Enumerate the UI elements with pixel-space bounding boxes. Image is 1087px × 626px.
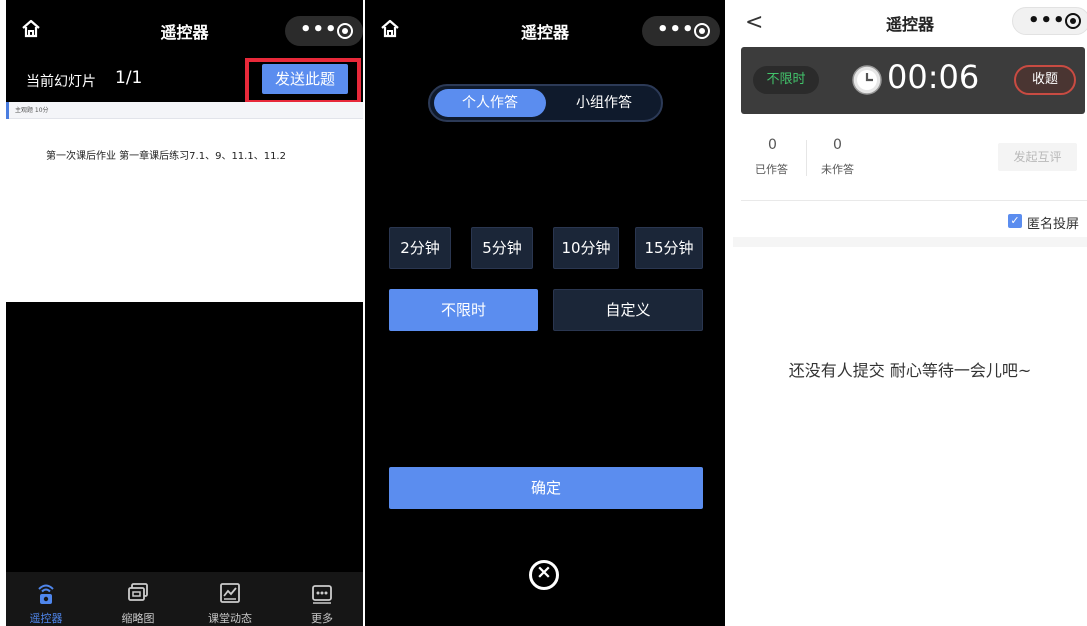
duration-2min-button[interactable]: 2分钟 [389, 227, 451, 269]
answered-count: 0 [768, 137, 777, 153]
answer-settings-panel: 遥控器 ••• 个人作答 小组作答 2分钟 5分钟 10分钟 15分钟 不限时 … [365, 0, 725, 626]
mini-program-capsule: ••• [1012, 7, 1087, 35]
slide-count: 1/1 [115, 68, 143, 88]
tab-class-activity[interactable]: 课堂动态 [190, 572, 270, 626]
tab-individual-answer[interactable]: 个人作答 [434, 89, 546, 117]
more-dots-icon[interactable]: ••• [1028, 10, 1066, 31]
bottom-tab-bar: 遥控器 缩略图 课堂动态 更多 [6, 572, 363, 626]
class-activity-icon [220, 583, 240, 603]
answer-progress-panel: < 遥控器 ••• 不限时 00:06 收题 0 已作答 0 未作答 发起互评 … [733, 0, 1087, 626]
slide-content-text: 第一次课后作业 第一章课后练习7.1、9、11.1、11.2 [46, 151, 286, 162]
answered-label: 已作答 [755, 163, 788, 176]
slide-header-bar: 主观题 10分 [6, 102, 363, 119]
anonymous-checkbox[interactable]: ✓ [1008, 214, 1022, 228]
confirm-button[interactable]: 确定 [389, 467, 703, 509]
close-target-icon[interactable] [694, 23, 710, 39]
clock-icon [852, 65, 882, 95]
close-target-icon[interactable] [1065, 13, 1081, 29]
duration-10min-button[interactable]: 10分钟 [553, 227, 619, 269]
duration-5min-button[interactable]: 5分钟 [471, 227, 533, 269]
elapsed-timer: 00:06 [887, 58, 980, 96]
section-separator [733, 237, 1087, 247]
unanswered-label: 未作答 [821, 163, 854, 176]
custom-time-button[interactable]: 自定义 [553, 289, 703, 331]
tab-label: 课堂动态 [208, 612, 252, 625]
duration-15min-button[interactable]: 15分钟 [635, 227, 703, 269]
empty-state-message: 还没有人提交 耐心等待一会儿吧~ [788, 361, 1032, 380]
anonymous-label[interactable]: 匿名投屏 [1027, 213, 1079, 232]
question-type-tag: 主观题 10分 [15, 107, 49, 114]
tab-more[interactable]: 更多 [282, 572, 362, 626]
remote-icon [38, 584, 54, 604]
tab-label: 缩略图 [121, 612, 155, 625]
answer-mode-switch: 个人作答 小组作答 [428, 84, 663, 122]
tab-remote[interactable]: 遥控器 [6, 572, 86, 626]
stats-divider [806, 140, 807, 176]
unanswered-count: 0 [833, 137, 842, 153]
more-dots-icon[interactable]: ••• [657, 19, 695, 40]
tab-group-answer[interactable]: 小组作答 [548, 89, 660, 117]
tab-label: 遥控器 [29, 612, 63, 625]
mini-program-capsule: ••• [642, 16, 720, 46]
remote-control-panel: 遥控器 ••• 当前幻灯片 1/1 发送此题 主观题 10分 第一次课后作业 第… [6, 0, 363, 626]
peer-review-button[interactable]: 发起互评 [998, 143, 1077, 171]
divider [741, 200, 1087, 201]
current-slide-row: 当前幻灯片 1/1 发送此题 [6, 58, 363, 104]
slide-marker [6, 102, 9, 119]
tab-thumbnail[interactable]: 缩略图 [98, 572, 178, 626]
more-dots-icon[interactable]: ••• [300, 19, 338, 40]
unlimited-time-button[interactable]: 不限时 [389, 289, 538, 331]
collect-answers-button[interactable]: 收题 [1014, 65, 1076, 95]
current-slide-label: 当前幻灯片 [26, 74, 96, 90]
close-icon[interactable]: × [529, 560, 559, 590]
more-icon [312, 585, 332, 604]
send-question-button[interactable]: 发送此题 [262, 64, 348, 94]
timer-card: 不限时 00:06 收题 [741, 47, 1085, 114]
close-target-icon[interactable] [337, 23, 353, 39]
mini-program-capsule: ••• [285, 16, 363, 46]
tab-label: 更多 [311, 612, 333, 625]
slide-preview[interactable]: 主观题 10分 第一次课后作业 第一章课后练习7.1、9、11.1、11.2 [6, 102, 363, 302]
time-mode-badge: 不限时 [753, 66, 819, 94]
nav-bar: 遥控器 ••• [6, 0, 363, 58]
nav-bar: 遥控器 ••• [365, 0, 725, 58]
thumbnail-icon [128, 583, 148, 601]
